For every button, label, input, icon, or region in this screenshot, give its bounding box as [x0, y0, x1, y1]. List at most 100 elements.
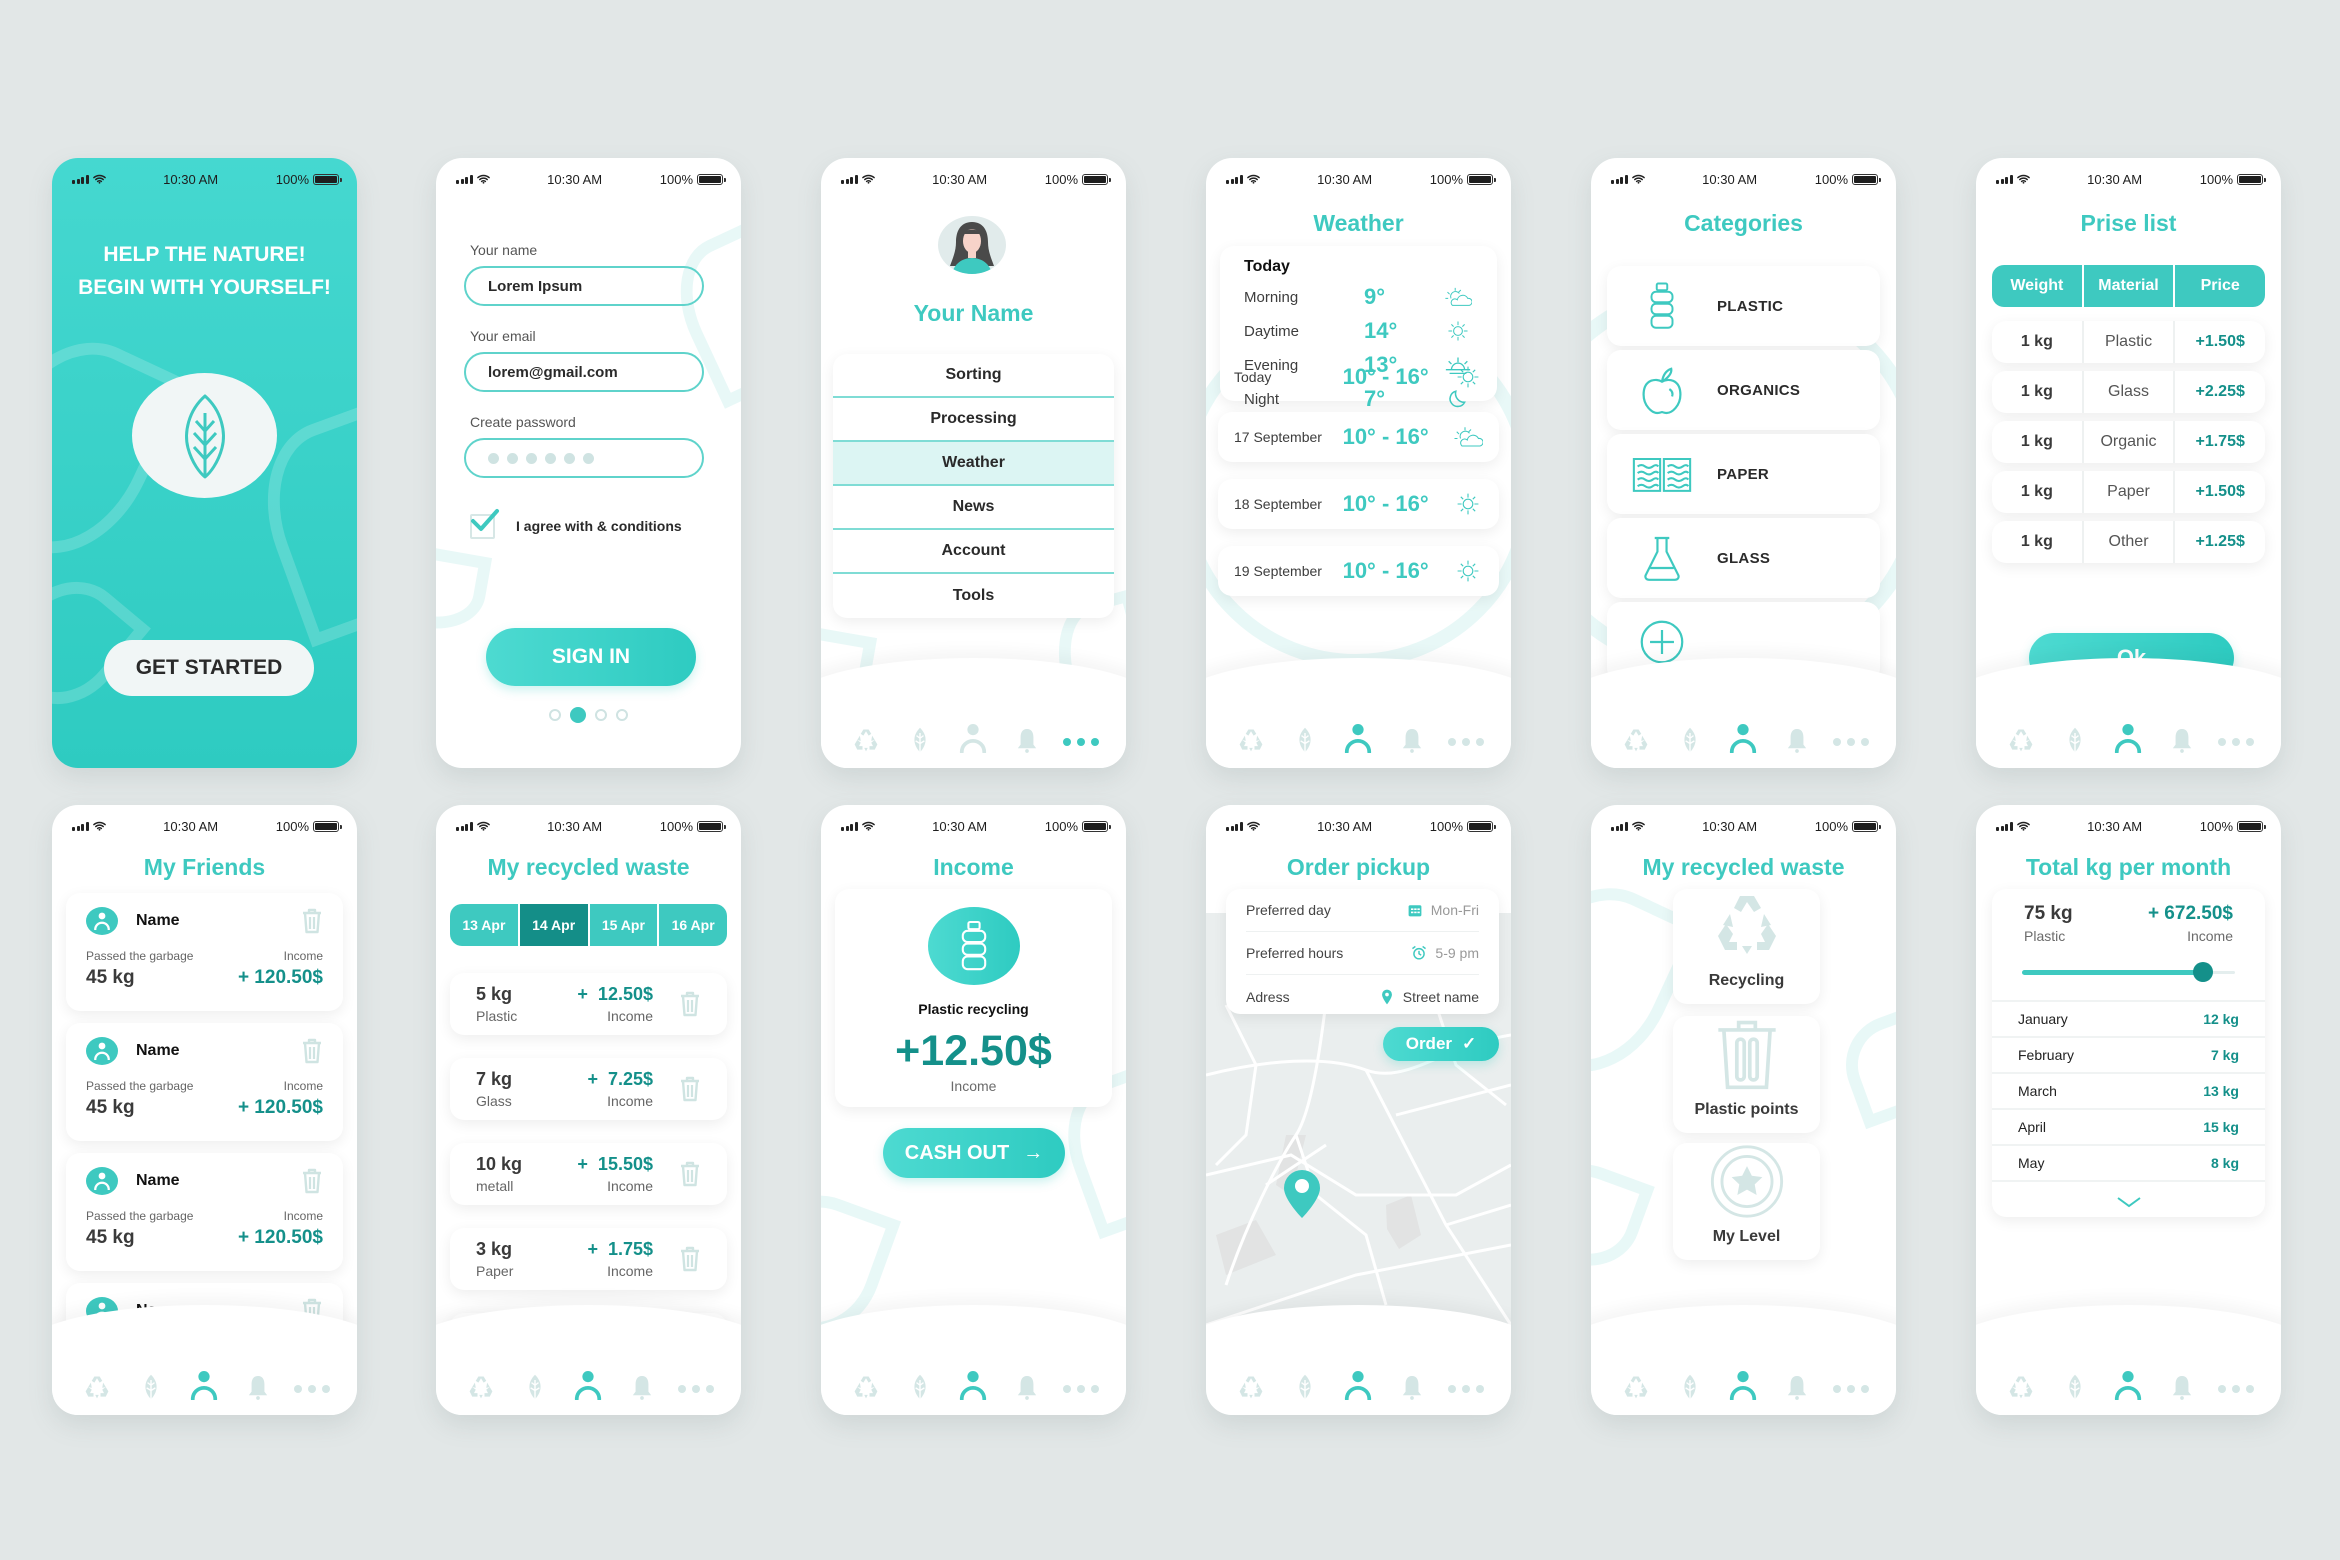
nav-profile-icon[interactable]	[956, 1367, 990, 1401]
nav-more-icon[interactable]	[1063, 720, 1100, 754]
nav-bell-icon[interactable]	[625, 1367, 659, 1401]
page-dot[interactable]	[616, 709, 628, 721]
friend-card[interactable]: Name Passed the garbage Income 45 kg + 120.5…	[66, 1023, 343, 1141]
nav-leaf-icon[interactable]	[2058, 1367, 2092, 1401]
month-row[interactable]: May 8 kg	[1992, 1144, 2265, 1180]
category-paper[interactable]: PAPER	[1607, 434, 1880, 514]
nav-bell-icon[interactable]	[1395, 1367, 1429, 1401]
expand-button[interactable]	[1992, 1180, 2265, 1217]
menu-item-sorting[interactable]: Sorting	[833, 354, 1114, 398]
nav-bell-icon[interactable]	[1780, 1367, 1814, 1401]
nav-leaf-icon[interactable]	[1288, 720, 1322, 754]
menu-item-weather[interactable]: Weather	[833, 442, 1114, 486]
slider-thumb[interactable]	[2193, 962, 2214, 982]
date-tab[interactable]: 16 Apr	[659, 904, 727, 946]
nav-profile-icon[interactable]	[2111, 720, 2145, 754]
nav-bell-icon[interactable]	[1010, 1367, 1044, 1401]
menu-item-processing[interactable]: Processing	[833, 398, 1114, 442]
nav-recycle-icon[interactable]	[1619, 720, 1653, 754]
pickup-row[interactable]: Preferred day Mon-Fri	[1246, 889, 1479, 932]
nav-leaf-icon[interactable]	[134, 1367, 168, 1401]
delete-icon[interactable]	[301, 1168, 323, 1194]
nav-recycle-icon[interactable]	[1234, 1367, 1268, 1401]
email-field[interactable]: lorem@gmail.com	[464, 352, 704, 392]
nav-leaf-icon[interactable]	[1673, 720, 1707, 754]
nav-profile-icon[interactable]	[187, 1367, 221, 1401]
waste-item[interactable]: 5 kg Plastic + 12.50$ Income	[450, 973, 727, 1035]
nav-recycle-icon[interactable]	[1234, 720, 1268, 754]
nav-bell-icon[interactable]	[241, 1367, 275, 1401]
delete-icon[interactable]	[679, 991, 701, 1017]
page-dot-active[interactable]	[570, 707, 586, 723]
nav-more-icon[interactable]	[1448, 1367, 1485, 1401]
month-row[interactable]: January 12 kg	[1992, 1000, 2265, 1036]
password-field[interactable]	[464, 438, 704, 478]
get-started-button[interactable]: GET STARTED	[104, 640, 314, 696]
avatar[interactable]	[938, 216, 1006, 274]
nav-leaf-icon[interactable]	[2058, 720, 2092, 754]
price-row[interactable]: 1 kg Plastic +1.50$	[1992, 321, 2265, 363]
nav-leaf-icon[interactable]	[1673, 1367, 1707, 1401]
month-row[interactable]: February 7 kg	[1992, 1036, 2265, 1072]
nav-leaf-icon[interactable]	[1288, 1367, 1322, 1401]
nav-leaf-icon[interactable]	[518, 1367, 552, 1401]
delete-icon[interactable]	[679, 1246, 701, 1272]
nav-recycle-icon[interactable]	[849, 1367, 883, 1401]
header-price[interactable]: Price	[2175, 265, 2265, 307]
header-material[interactable]: Material	[2084, 265, 2176, 307]
price-row[interactable]: 1 kg Organic +1.75$	[1992, 421, 2265, 463]
nav-more-icon[interactable]	[2218, 1367, 2255, 1401]
tile-plastic-points[interactable]: Plastic points	[1673, 1016, 1820, 1133]
date-tab[interactable]: 14 Apr	[519, 904, 590, 946]
nav-bell-icon[interactable]	[1395, 720, 1429, 754]
nav-more-icon[interactable]	[1833, 1367, 1870, 1401]
month-row[interactable]: April 15 kg	[1992, 1108, 2265, 1144]
date-tab[interactable]: 13 Apr	[450, 904, 520, 946]
nav-more-icon[interactable]	[2218, 720, 2255, 754]
delete-icon[interactable]	[679, 1076, 701, 1102]
nav-recycle-icon[interactable]	[1619, 1367, 1653, 1401]
nav-more-icon[interactable]	[294, 1367, 331, 1401]
date-tab[interactable]: 15 Apr	[590, 904, 660, 946]
waste-item[interactable]: 7 kg Glass + 7.25$ Income	[450, 1058, 727, 1120]
nav-bell-icon[interactable]	[2165, 1367, 2199, 1401]
page-dot[interactable]	[595, 709, 607, 721]
nav-profile-icon[interactable]	[2111, 1367, 2145, 1401]
category-organics[interactable]: ORGANICS	[1607, 350, 1880, 430]
nav-bell-icon[interactable]	[2165, 720, 2199, 754]
name-field[interactable]: Lorem Ipsum	[464, 266, 704, 306]
map-marker-icon[interactable]	[1282, 1168, 1322, 1220]
nav-leaf-icon[interactable]	[903, 1367, 937, 1401]
page-dot[interactable]	[549, 709, 561, 721]
friend-card[interactable]: Name Passed the garbage Income 45 kg + 120.5…	[66, 1153, 343, 1271]
forecast-row[interactable]: Today 10° - 16°	[1218, 352, 1499, 402]
nav-profile-icon[interactable]	[956, 720, 990, 754]
nav-recycle-icon[interactable]	[2004, 1367, 2038, 1401]
cash-out-button[interactable]: CASH OUT →	[883, 1128, 1065, 1178]
tile-my-level[interactable]: My Level	[1673, 1143, 1820, 1260]
sign-in-button[interactable]: SIGN IN	[486, 628, 696, 686]
nav-more-icon[interactable]	[1448, 720, 1485, 754]
order-button[interactable]: Order ✓	[1383, 1027, 1499, 1061]
nav-leaf-icon[interactable]	[903, 720, 937, 754]
forecast-row[interactable]: 18 September 10° - 16°	[1218, 479, 1499, 529]
nav-more-icon[interactable]	[678, 1367, 715, 1401]
menu-item-news[interactable]: News	[833, 486, 1114, 530]
nav-profile-icon[interactable]	[1341, 1367, 1375, 1401]
category-glass[interactable]: GLASS	[1607, 518, 1880, 598]
agree-checkbox[interactable]	[470, 509, 499, 539]
month-row[interactable]: March 13 kg	[1992, 1072, 2265, 1108]
nav-profile-icon[interactable]	[1341, 720, 1375, 754]
delete-icon[interactable]	[301, 1038, 323, 1064]
pickup-row[interactable]: Adress Street name	[1246, 975, 1479, 1018]
nav-more-icon[interactable]	[1063, 1367, 1100, 1401]
waste-item[interactable]: 3 kg Paper + 1.75$ Income	[450, 1228, 727, 1290]
nav-recycle-icon[interactable]	[849, 720, 883, 754]
nav-profile-icon[interactable]	[1726, 1367, 1760, 1401]
nav-recycle-icon[interactable]	[464, 1367, 498, 1401]
price-row[interactable]: 1 kg Other +1.25$	[1992, 521, 2265, 563]
nav-profile-icon[interactable]	[571, 1367, 605, 1401]
forecast-row[interactable]: 19 September 10° - 16°	[1218, 546, 1499, 596]
friend-card[interactable]: Name Passed the garbage Income 45 kg + 120.5…	[66, 893, 343, 1011]
tile-recycling[interactable]: Recycling	[1673, 889, 1820, 1004]
